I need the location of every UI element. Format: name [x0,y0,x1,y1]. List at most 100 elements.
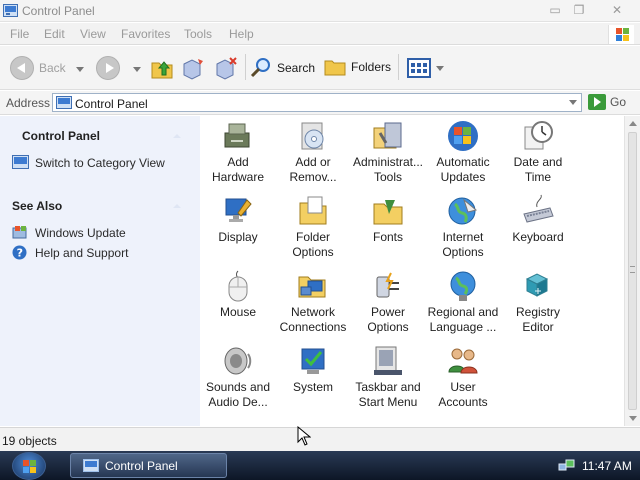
restore-button[interactable]: ❐ [568,2,590,18]
switch-view-label: Switch to Category View [35,155,165,170]
item-internet-options[interactable]: Internet Options [425,194,501,260]
menu-view[interactable]: View [80,27,106,41]
taskbar-control-panel-button[interactable]: Control Panel [70,453,227,478]
search-icon [250,58,270,78]
menu-bar: File Edit View Favorites Tools Help [0,23,640,45]
item-system[interactable]: System [275,344,351,395]
item-sounds-audio[interactable]: Sounds and Audio De... [200,344,276,410]
copy-to-icon[interactable] [213,56,239,80]
item-fonts[interactable]: Fonts [350,194,426,245]
back-arrow-icon [10,56,34,80]
item-label: Add Hardware [211,155,265,184]
mouse-icon [228,270,248,302]
item-folder-options[interactable]: Folder Options [275,194,351,260]
item-administrative-tools[interactable]: Administrat... Tools [350,119,426,185]
back-history-dropdown[interactable] [76,67,84,72]
item-network-connections[interactable]: Network Connections [275,269,351,335]
minimize-button[interactable]: ▭ [544,2,566,18]
item-label: Internet Options [442,230,484,259]
taskbar-icon [374,346,402,375]
back-button[interactable]: Back [10,56,66,80]
forward-arrow-icon [96,56,120,80]
windows-flag-icon [448,121,478,151]
help-and-support-link[interactable]: ? Help and Support [12,245,128,260]
scroll-down-icon[interactable] [629,416,637,421]
object-count: 19 objects [2,434,57,448]
go-button[interactable]: Go [588,94,626,110]
item-user-accounts[interactable]: User Accounts [425,344,501,410]
address-bar: Address Control Panel Go [0,91,640,115]
scroll-up-icon[interactable] [629,121,637,126]
collapse-chevron-icon[interactable] [173,204,181,208]
windows-update-link[interactable]: Windows Update [12,225,126,240]
admin-tools-icon [373,122,402,149]
start-button[interactable] [12,452,46,480]
power-icon [376,272,399,298]
users-icon [448,348,478,374]
address-label: Address [6,96,51,110]
address-input[interactable]: Control Panel [52,93,582,112]
folders-button[interactable]: Folders [324,57,391,77]
globe-icon [448,197,478,225]
item-registry-editor[interactable]: Registry Editor [500,269,576,335]
items-view: Add Hardware Add or Remov... Administrat… [200,116,624,426]
collapse-chevron-icon[interactable] [173,134,181,138]
item-label: System [292,380,333,394]
control-panel-icon [12,155,29,169]
views-button[interactable] [407,58,444,78]
scroll-grip-icon [630,266,635,273]
item-label: Sounds and Audio De... [205,380,271,409]
item-taskbar-start-menu[interactable]: Taskbar and Start Menu [350,344,426,410]
taskbar: Control Panel 11:47 AM [0,451,640,480]
item-date-and-time[interactable]: Date and Time [500,119,576,185]
item-regional-language[interactable]: Regional and Language ... [425,269,501,335]
menu-favorites[interactable]: Favorites [121,27,170,41]
see-also-heading: See Also [12,199,63,213]
item-keyboard[interactable]: Keyboard [500,194,576,245]
folder-options-icon [299,196,327,225]
windows-logo-icon [23,460,36,473]
forward-history-dropdown[interactable] [133,67,141,72]
clock-icon [524,121,553,150]
forward-button[interactable] [96,56,120,80]
network-tray-icon[interactable] [558,458,576,474]
windows-update-icon [12,226,27,239]
item-label: Folder Options [292,230,334,259]
item-add-hardware[interactable]: Add Hardware [200,119,276,185]
go-label: Go [610,95,627,109]
item-label: Taskbar and Start Menu [355,380,421,409]
search-button[interactable]: Search [250,57,315,79]
item-power-options[interactable]: Power Options [350,269,426,335]
item-automatic-updates[interactable]: Automatic Updates [425,119,501,185]
item-label: Keyboard [512,230,564,244]
fonts-folder-icon [373,200,403,225]
item-display[interactable]: Display [200,194,276,245]
menu-edit[interactable]: Edit [44,27,65,41]
item-mouse[interactable]: Mouse [200,269,276,320]
up-folder-icon[interactable] [150,56,174,80]
switch-category-view-link[interactable]: Switch to Category View [12,155,165,170]
status-bar: 19 objects [0,427,640,451]
folders-icon [324,60,346,76]
item-label: Power Options [367,305,409,334]
item-label: Date and Time [513,155,563,184]
close-button[interactable]: ✕ [606,2,628,18]
address-dropdown-icon[interactable] [569,100,577,105]
title-bar: Control Panel ▭ ❐ ✕ [0,0,640,22]
address-value: Control Panel [75,97,148,111]
help-icon: ? [12,245,27,260]
svg-text:?: ? [17,247,23,260]
control-panel-icon [83,459,99,472]
item-add-remove-programs[interactable]: Add or Remov... [275,119,351,185]
menu-help[interactable]: Help [229,27,254,41]
menu-file[interactable]: File [10,27,29,41]
views-icon [407,58,431,78]
control-panel-icon [56,96,72,109]
move-to-icon[interactable] [180,56,206,80]
vertical-scrollbar[interactable] [624,116,640,426]
menu-tools[interactable]: Tools [184,27,212,41]
back-label: Back [39,61,66,75]
clock[interactable]: 11:47 AM [582,459,632,473]
windows-update-label: Windows Update [35,225,126,240]
display-icon [225,198,252,222]
